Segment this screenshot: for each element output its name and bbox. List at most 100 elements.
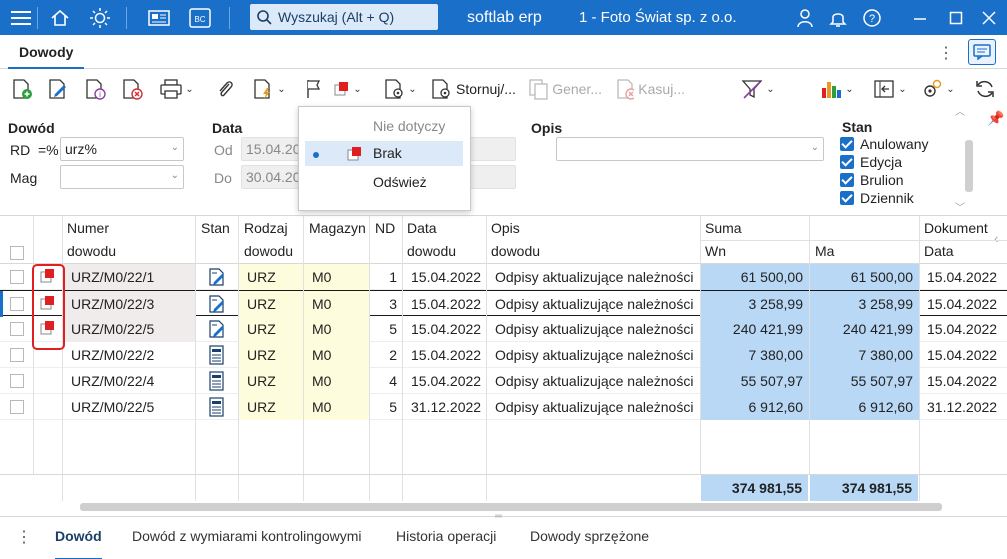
add-document-button[interactable] (10, 75, 34, 103)
row-checkbox[interactable] (10, 322, 24, 336)
row-checkbox[interactable] (10, 270, 24, 284)
home-icon[interactable] (48, 6, 72, 30)
horizontal-scrollbar[interactable] (80, 503, 942, 511)
document-info-button[interactable]: i (83, 75, 107, 103)
row-checkbox[interactable] (10, 374, 24, 388)
tab-dowody[interactable]: Dowody (8, 35, 85, 69)
header-dokument: Dokument (924, 220, 988, 236)
more-options-icon[interactable]: ⋮ (16, 527, 32, 547)
chevron-down-icon: ⌄ (353, 83, 362, 95)
document-tabstrip: Dowody ⋮ (0, 35, 1007, 69)
scroll-left-icon[interactable]: ‹ (994, 230, 999, 246)
news-icon[interactable] (147, 6, 171, 30)
chart-button[interactable]: ⌄ (817, 75, 857, 103)
header-ma[interactable]: Ma (815, 239, 834, 263)
tab-historia[interactable]: Historia operacji (396, 528, 496, 544)
edit-document-button[interactable] (46, 75, 70, 103)
header-wn[interactable]: Wn (705, 239, 726, 263)
resize-handle-icon[interactable]: ═ (495, 511, 502, 522)
settings-button[interactable]: ⌄ (918, 75, 958, 103)
pin-icon[interactable]: 📌 (987, 110, 1004, 127)
cell-data: 15.04.2022 (411, 347, 482, 363)
menu-item-brak[interactable]: Brak (305, 141, 463, 166)
cell-opis: Odpisy aktualizujące należności (495, 321, 694, 337)
table-row[interactable]: URZ/M0/22/4 URZ M0 4 15.04.2022 Odpisy aktual… (0, 368, 1007, 394)
delete-document-icon (123, 79, 143, 100)
export-icon (874, 80, 894, 98)
red-flag-mark-icon (347, 147, 361, 161)
rd-operator[interactable]: =% (38, 142, 59, 158)
header-rodzaj[interactable]: Rodzaj (244, 216, 288, 240)
edit-document-icon (49, 79, 66, 99)
header-stan[interactable]: Stan (201, 216, 230, 240)
company-selector[interactable]: 1 - Foto Świat sp. z o.o. (579, 9, 737, 26)
bc-icon[interactable]: BC (188, 6, 212, 30)
minimize-icon[interactable] (908, 6, 932, 30)
cell-numer: URZ/M0/22/2 (71, 347, 155, 363)
opis-field[interactable]: ⌄ (556, 137, 824, 161)
filter-clear-button[interactable]: ⌄ (738, 75, 778, 103)
document-gear-icon (432, 79, 450, 99)
od-label: Od (214, 142, 233, 158)
print-button[interactable]: ⌄ (156, 75, 198, 103)
stornuj-button[interactable]: Stornuj/... (430, 75, 516, 103)
user-icon[interactable] (793, 6, 817, 30)
more-options-icon[interactable]: ⋮ (938, 43, 954, 63)
stan-checkbox-dziennik[interactable]: Dziennik (840, 189, 929, 207)
sun-icon[interactable] (88, 6, 112, 30)
header-dok-data[interactable]: Data (924, 239, 954, 263)
do-field[interactable]: 30.04.20 (241, 165, 301, 189)
stan-checkbox-brulion[interactable]: Brulion (840, 171, 929, 189)
scroll-down-icon[interactable]: ﹀ (955, 199, 965, 214)
table-row[interactable]: URZ/M0/22/5 URZ M0 5 31.12.2022 Odpisy aktual… (0, 394, 1007, 420)
cell-numer: URZ/M0/22/3 (63, 291, 195, 317)
header-numer[interactable]: Numer (67, 216, 109, 240)
od-field[interactable]: 15.04.20 (241, 137, 301, 161)
generuj-label: Gener... (552, 81, 602, 97)
chat-button[interactable] (968, 39, 996, 65)
header-data[interactable]: Data (407, 216, 437, 240)
stan-scrollbar[interactable] (965, 140, 973, 192)
row-checkbox[interactable] (10, 400, 24, 414)
cell-numer: URZ/M0/22/5 (71, 399, 155, 415)
search-placeholder: Wyszukaj (Alt + Q) (278, 9, 395, 25)
export-button[interactable]: ⌄ (870, 75, 910, 103)
tab-dowod[interactable]: Dowód (55, 528, 102, 559)
table-row[interactable]: URZ/M0/22/3 URZ M0 3 15.04.2022 Odpisy aktual… (0, 290, 1007, 317)
delete-document-icon (617, 79, 635, 100)
tab-dowody-sprzezone[interactable]: Dowody sprzężone (530, 528, 649, 544)
document-settings-button[interactable]: ⌄ (380, 75, 420, 103)
bell-icon[interactable] (826, 6, 850, 30)
maximize-icon[interactable] (944, 6, 968, 30)
search-input[interactable]: Wyszukaj (Alt + Q) (250, 4, 438, 30)
header-magazyn[interactable]: Magazyn (309, 216, 366, 240)
mag-field[interactable]: ⌄ (60, 165, 184, 189)
close-icon[interactable] (977, 6, 1001, 30)
tab-dowod-wymiary[interactable]: Dowód z wymiarami kontrolingowymi (132, 528, 362, 544)
table-row[interactable]: URZ/M0/22/5 URZ M0 5 15.04.2022 Odpisy aktual… (0, 316, 1007, 342)
header-data-2: dowodu (407, 243, 457, 259)
chevron-down-icon: ⌄ (810, 142, 819, 153)
chevron-down-icon: ⌄ (845, 83, 854, 95)
menu-icon[interactable] (9, 6, 33, 30)
stan-checkbox-anulowany[interactable]: Anulowany (840, 135, 929, 153)
stan-checkbox-edycja[interactable]: Edycja (840, 153, 929, 171)
table-row[interactable]: URZ/M0/22/2 URZ M0 2 15.04.2022 Odpisy aktual… (0, 342, 1007, 368)
row-checkbox[interactable] (10, 348, 24, 362)
scroll-up-icon[interactable]: ︿ (955, 103, 965, 118)
flag-button-content[interactable]: ⌄ (300, 75, 366, 103)
cell-opis: Odpisy aktualizujące należności (495, 296, 694, 312)
header-opis[interactable]: Opis (491, 216, 520, 240)
select-all-checkbox[interactable] (10, 246, 24, 260)
kasuj-label: Kasuj... (638, 81, 685, 97)
rd-field[interactable]: urz% ⌄ (60, 137, 184, 161)
table-row[interactable]: URZ/M0/22/1 URZ M0 1 15.04.2022 Odpisy aktual… (0, 264, 1007, 290)
refresh-button[interactable] (972, 75, 998, 103)
menu-item-odswiez[interactable]: Odśwież (305, 170, 463, 195)
attachment-button[interactable] (213, 75, 237, 103)
delete-document-button[interactable] (120, 75, 144, 103)
document-flash-button[interactable]: ⌄ (249, 75, 289, 103)
header-nd[interactable]: ND (375, 216, 395, 240)
row-checkbox[interactable] (10, 297, 24, 311)
help-icon[interactable]: ? (860, 6, 884, 30)
